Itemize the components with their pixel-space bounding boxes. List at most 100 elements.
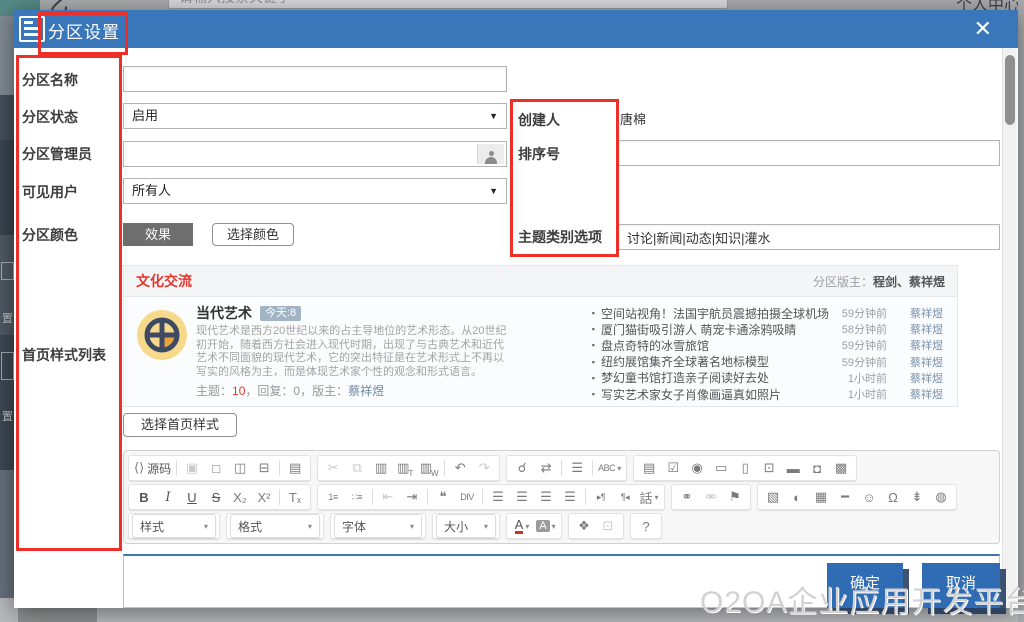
text-color-icon[interactable]: A▾ <box>510 516 534 536</box>
news-author[interactable]: 蔡祥煜 <box>895 354 943 370</box>
news-title[interactable]: 厦门猫街吸引游人 萌宠卡通涂鸦吸睛 <box>601 321 829 338</box>
category-options-input[interactable] <box>618 224 1000 250</box>
image-button-icon[interactable]: ◘ <box>805 458 829 478</box>
chevron-down-icon: ▾ <box>410 522 414 531</box>
choose-color-button[interactable]: 选择颜色 <box>212 223 294 246</box>
superscript-icon[interactable]: X² <box>252 487 276 507</box>
news-title[interactable]: 空间站视角！法国宇航员震撼拍摄全球机场 <box>601 305 829 322</box>
color-effect-button[interactable]: 效果 <box>123 223 193 246</box>
news-item[interactable]: ▪厦门猫街吸引游人 萌宠卡通涂鸦吸睛58分钟前蔡祥煜 <box>592 321 943 337</box>
news-title[interactable]: 写实艺术家女子肖像画逼真如照片 <box>601 386 829 403</box>
cancel-button[interactable]: 取消 <box>922 563 1000 608</box>
source-button[interactable]: ⟨⟩源码 <box>132 458 173 478</box>
ok-button[interactable]: 确定 <box>827 563 903 608</box>
paste-word-icon[interactable]: ▥W <box>417 458 441 478</box>
link-icon[interactable]: ⚭ <box>675 487 699 507</box>
bg-color-icon[interactable]: A▾ <box>534 516 558 536</box>
radio-icon[interactable]: ◉ <box>685 458 709 478</box>
align-right-icon[interactable]: ☰ <box>534 487 558 507</box>
subscript-icon[interactable]: X₂ <box>228 487 252 507</box>
news-item[interactable]: ▪纽约展馆集齐全球著名地标模型59分钟前蔡祥煜 <box>592 354 943 370</box>
strike-icon[interactable]: S <box>204 487 228 507</box>
bidi-ltr-icon[interactable]: ▸¶ <box>589 487 613 507</box>
cut-icon: ✂ <box>321 458 345 478</box>
scrollbar-thumb[interactable] <box>1005 55 1015 125</box>
underline-icon[interactable]: U <box>180 487 204 507</box>
bold-icon[interactable]: B <box>132 487 156 507</box>
find-icon[interactable]: ☌ <box>510 458 534 478</box>
manager-input[interactable] <box>123 141 507 167</box>
align-center-icon[interactable]: ☰ <box>510 487 534 507</box>
page-break-icon[interactable]: ⇟ <box>905 487 929 507</box>
spellcheck-icon[interactable]: ABC▾ <box>596 458 623 478</box>
stats-moderator-name[interactable]: 蔡祥煜 <box>348 384 384 398</box>
templates-icon[interactable]: ▤ <box>283 458 307 478</box>
replace-icon[interactable]: ⇄ <box>534 458 558 478</box>
font-select[interactable]: 字体▾ <box>334 514 422 538</box>
print-icon[interactable]: ⊟ <box>252 458 276 478</box>
visible-users-select[interactable]: 所有人 ▼ <box>123 178 507 204</box>
ordered-list-icon[interactable]: 1≡ <box>321 487 345 507</box>
news-item[interactable]: ▪写实艺术家女子肖像画逼真如照片1小时前蔡祥煜 <box>592 386 943 402</box>
special-char-icon[interactable]: Ω <box>881 487 905 507</box>
iframe-icon[interactable]: ◍ <box>929 487 953 507</box>
preview-icon[interactable]: ◫ <box>228 458 252 478</box>
size-select[interactable]: 大小▾ <box>436 514 496 538</box>
smiley-icon[interactable]: ☺ <box>857 487 881 507</box>
table-icon[interactable]: ▦ <box>809 487 833 507</box>
news-item[interactable]: ▪空间站视角！法国宇航员震撼拍摄全球机场59分钟前蔡祥煜 <box>592 305 943 321</box>
choose-homepage-style-button[interactable]: 选择首页样式 <box>123 413 237 437</box>
indent-icon[interactable]: ⇥ <box>400 487 424 507</box>
bidi-rtl-icon[interactable]: ¶◂ <box>613 487 637 507</box>
select-all-icon[interactable]: ☰ <box>565 458 589 478</box>
paste-icon[interactable]: ▥ <box>369 458 393 478</box>
image-icon[interactable]: ▧ <box>761 487 785 507</box>
news-author[interactable]: 蔡祥煜 <box>895 305 943 321</box>
status-select[interactable]: 启用 ▼ <box>123 103 507 129</box>
button-icon[interactable]: ▬ <box>781 458 805 478</box>
bullet-list-icon[interactable]: ∷≡ <box>345 487 369 507</box>
news-author[interactable]: 蔡祥煜 <box>895 386 943 402</box>
news-title[interactable]: 纽约展馆集齐全球著名地标模型 <box>601 353 829 370</box>
remove-format-icon[interactable]: Tₓ <box>283 487 307 507</box>
italic-icon[interactable]: I <box>156 487 180 507</box>
flash-icon[interactable]: ◐ <box>785 487 809 507</box>
news-author[interactable]: 蔡祥煜 <box>895 321 943 337</box>
blockquote-icon[interactable]: ❝ <box>431 487 455 507</box>
name-input[interactable] <box>123 66 507 92</box>
select-field-icon[interactable]: ⊡ <box>757 458 781 478</box>
person-icon <box>485 151 497 164</box>
news-item[interactable]: ▪梦幻童书馆打造亲子阅读好去处1小时前蔡祥煜 <box>592 370 943 386</box>
div-icon[interactable]: DIV <box>455 487 479 507</box>
news-title[interactable]: 盘点奇特的冰雪旅馆 <box>601 337 829 354</box>
close-icon[interactable]: ✕ <box>974 16 992 42</box>
language-icon[interactable]: 話▾ <box>637 487 661 507</box>
news-author[interactable]: 蔡祥煜 <box>895 337 943 353</box>
anchor-icon[interactable]: ⚑ <box>723 487 747 507</box>
news-item[interactable]: ▪盘点奇特的冰雪旅馆59分钟前蔡祥煜 <box>592 337 943 353</box>
hidden-field-icon[interactable]: ▩ <box>829 458 853 478</box>
about-icon[interactable]: ? <box>634 516 658 536</box>
chevron-down-icon: ▼ <box>489 179 498 204</box>
toolbar-group: 字体▾ <box>330 513 426 539</box>
format-select[interactable]: 格式▾ <box>230 514 320 538</box>
toolbar-separator <box>279 460 280 476</box>
horizontal-rule-icon[interactable]: ━ <box>833 487 857 507</box>
text-field-icon[interactable]: ▭ <box>709 458 733 478</box>
person-picker-button[interactable] <box>477 144 504 164</box>
news-author[interactable]: 蔡祥煜 <box>895 370 943 386</box>
form-icon[interactable]: ▤ <box>637 458 661 478</box>
align-justify-icon[interactable]: ☰ <box>558 487 582 507</box>
order-input[interactable] <box>618 140 1000 166</box>
checkbox-icon[interactable]: ☑ <box>661 458 685 478</box>
align-left-icon[interactable]: ☰ <box>486 487 510 507</box>
style-select[interactable]: 样式▾ <box>132 514 216 538</box>
maximize-icon[interactable]: ❖ <box>572 516 596 536</box>
paste-text-icon[interactable]: ▥T <box>393 458 417 478</box>
new-page-icon[interactable]: □ <box>204 458 228 478</box>
news-title[interactable]: 梦幻童书馆打造亲子阅读好去处 <box>601 369 829 386</box>
textarea-icon[interactable]: ▯ <box>733 458 757 478</box>
topic-title[interactable]: 当代艺术 <box>196 303 252 323</box>
visible-users-value: 所有人 <box>132 183 171 198</box>
undo-icon[interactable]: ↶ <box>448 458 472 478</box>
